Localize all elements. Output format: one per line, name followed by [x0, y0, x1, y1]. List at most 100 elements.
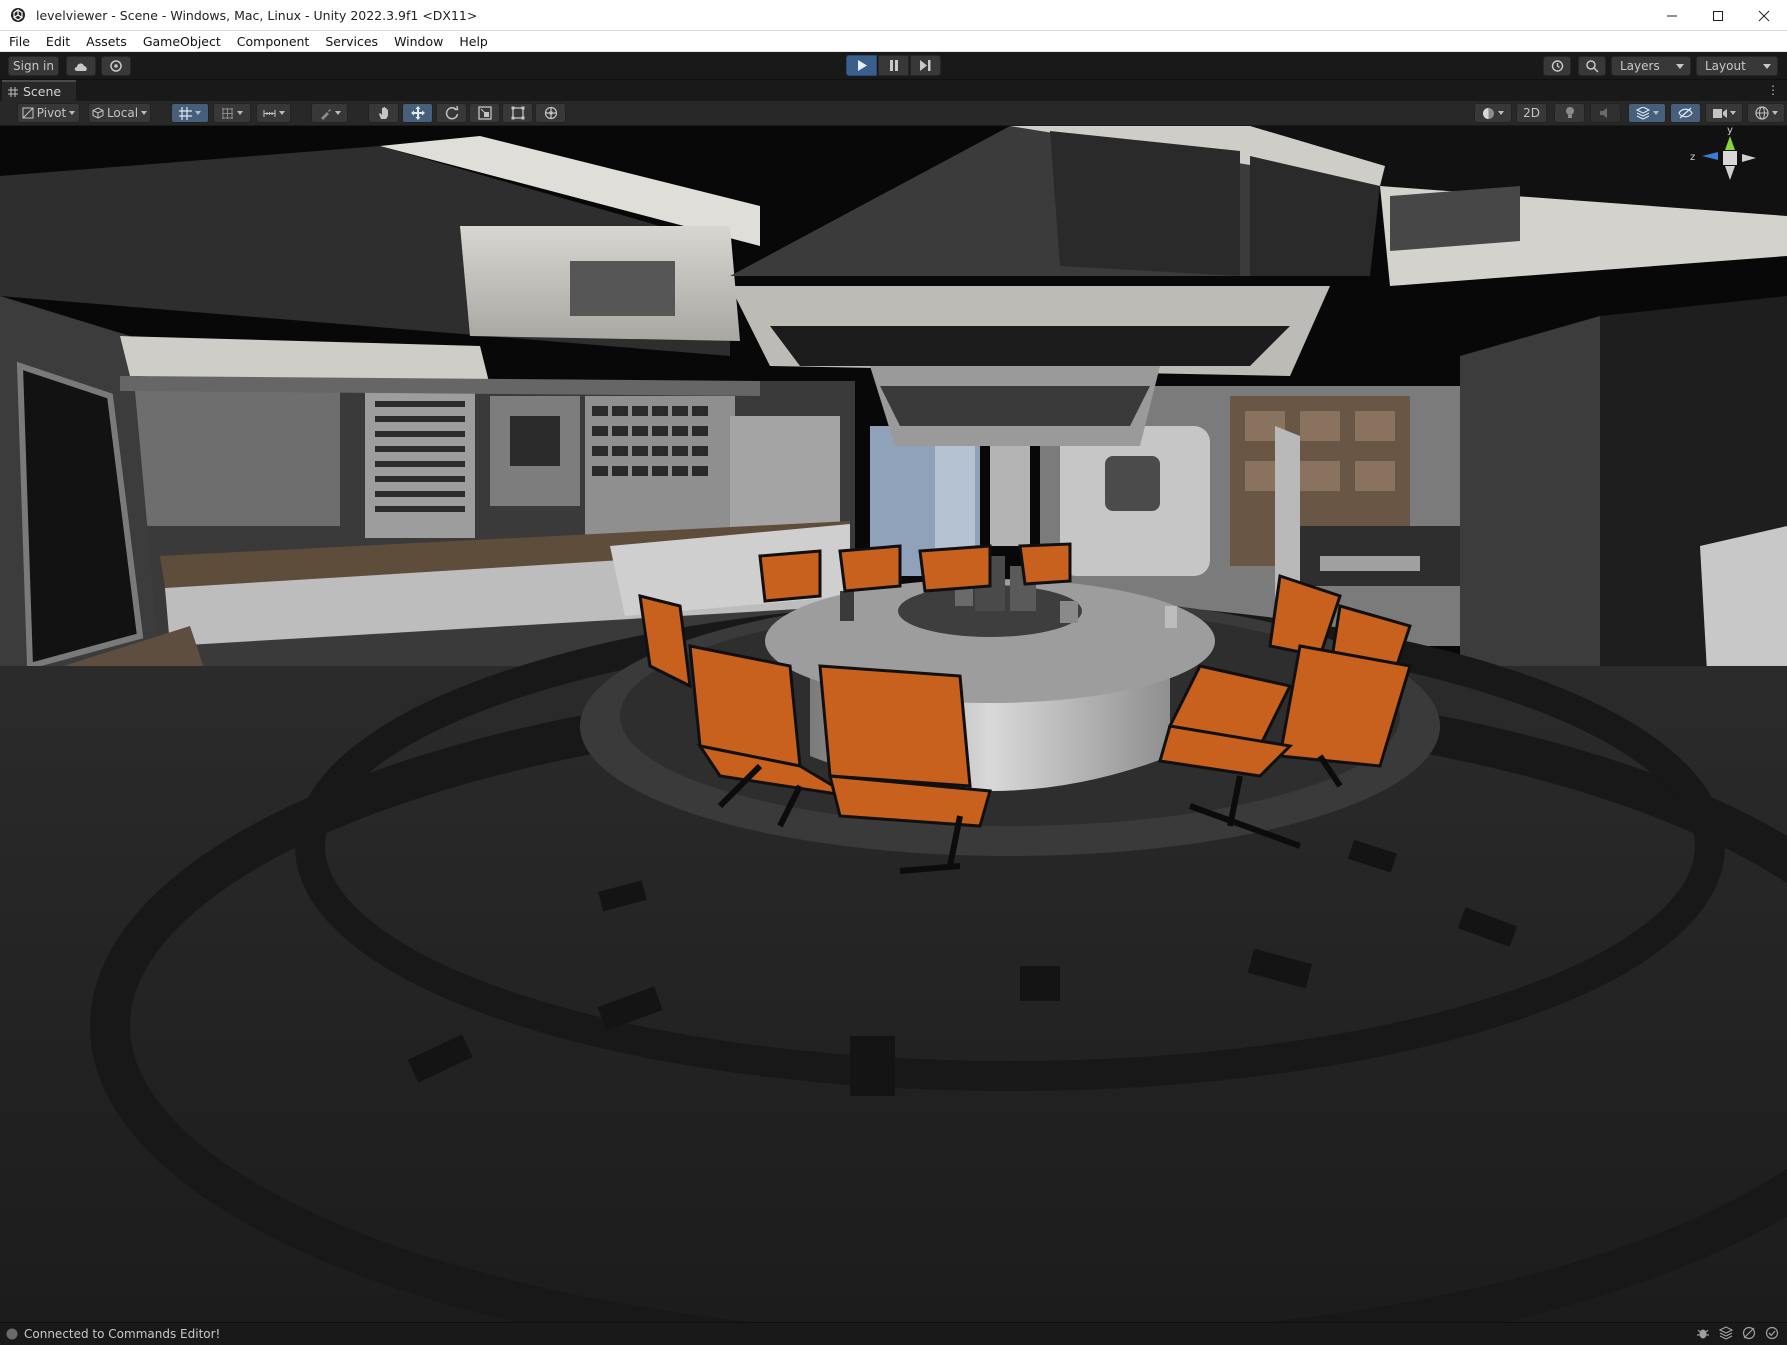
status-icons [1696, 1326, 1779, 1340]
pivot-dropdown[interactable]: Pivot [17, 103, 80, 123]
chevron-down-icon [237, 111, 243, 115]
pause-button[interactable] [878, 55, 909, 76]
chevron-down-icon [141, 111, 148, 115]
debug-icon[interactable] [1696, 1326, 1710, 1340]
play-controls [846, 55, 941, 76]
menu-help[interactable]: Help [450, 34, 495, 49]
menu-services[interactable]: Services [316, 34, 385, 49]
menu-assets[interactable]: Assets [77, 34, 134, 49]
cloud-icon [74, 63, 87, 71]
scene-viewport[interactable]: y z [0, 126, 1787, 1322]
hand-icon [378, 107, 388, 119]
space-dropdown[interactable]: Local [88, 103, 151, 123]
play-button[interactable] [846, 55, 877, 76]
2d-toggle[interactable]: 2D [1516, 103, 1547, 123]
draw-mode-dropdown[interactable] [1474, 103, 1512, 123]
check-circle-icon[interactable] [1765, 1326, 1779, 1340]
grid-icon [222, 107, 233, 119]
camera-icon [1712, 108, 1727, 118]
tool-settings-dropdown[interactable] [311, 103, 348, 123]
cloud-button[interactable] [66, 56, 96, 76]
menu-edit[interactable]: Edit [37, 34, 77, 49]
tab-bar: Scene ⋮ [0, 80, 1787, 101]
space-label: Local [106, 106, 139, 120]
svg-text:z: z [1690, 152, 1695, 163]
camera-settings-dropdown[interactable] [1705, 103, 1743, 123]
chevron-down-icon [195, 111, 201, 115]
svg-text:y: y [1727, 126, 1733, 136]
status-bar: Connected to Commands Editor! [0, 1322, 1787, 1345]
move-tool-button[interactable] [402, 103, 433, 123]
scene-visibility-toggle[interactable] [1670, 103, 1701, 123]
maximize-button[interactable] [1695, 0, 1741, 31]
speaker-icon [1599, 108, 1607, 118]
layers-dropdown[interactable]: Layers [1611, 56, 1691, 76]
gizmo-globe-icon [1754, 106, 1769, 120]
layers-label: Layers [1620, 59, 1660, 73]
network-off-icon[interactable] [1742, 1326, 1756, 1340]
info-icon [6, 1328, 18, 1340]
chevron-down-icon [1763, 64, 1771, 69]
tab-scene[interactable]: Scene [2, 80, 76, 101]
step-icon [920, 60, 931, 71]
progress-stack-icon[interactable] [1719, 1326, 1733, 1340]
chevron-down-icon [1652, 111, 1659, 115]
scale-tool-button[interactable] [469, 103, 500, 123]
pause-icon [889, 60, 898, 71]
gizmos-dropdown[interactable] [1747, 103, 1785, 123]
menu-window[interactable]: Window [385, 34, 450, 49]
menu-bar: File Edit Assets GameObject Component Se… [0, 31, 1787, 52]
scene-toolbar: Pivot Local 2D [0, 101, 1787, 126]
search-button[interactable] [1578, 56, 1606, 76]
status-message: Connected to Commands Editor! [24, 1327, 221, 1341]
window-title: levelviewer - Scene - Windows, Mac, Linu… [36, 7, 478, 23]
menu-component[interactable]: Component [228, 34, 317, 49]
undo-history-button[interactable] [1543, 56, 1571, 76]
lighting-toggle[interactable] [1554, 103, 1585, 123]
brush-icon [320, 108, 331, 120]
audio-toggle[interactable] [1590, 103, 1621, 123]
unity-logo-icon [11, 8, 25, 22]
tab-options-icon[interactable]: ⋮ [1767, 83, 1779, 97]
ruler-icon [263, 109, 275, 117]
collab-icon [110, 60, 122, 72]
menu-file[interactable]: File [0, 34, 37, 49]
rotate-tool-button[interactable] [436, 103, 467, 123]
shading-sphere-icon [1483, 107, 1494, 119]
cube-icon [92, 107, 104, 119]
tab-scene-label: Scene [23, 84, 62, 99]
close-icon [1758, 10, 1770, 21]
rect-tool-button[interactable] [502, 103, 533, 123]
chevron-down-icon [278, 111, 285, 115]
chevron-down-icon [1676, 64, 1684, 69]
sign-in-button[interactable]: Sign in [8, 56, 59, 76]
layout-dropdown[interactable]: Layout [1696, 56, 1778, 76]
maximize-icon [1713, 10, 1723, 21]
chevron-down-icon [1498, 111, 1504, 115]
rotate-icon [445, 106, 458, 120]
window-title-bar: levelviewer - Scene - Windows, Mac, Linu… [0, 0, 1787, 31]
transform-tool-button[interactable] [535, 103, 566, 123]
scene-render: y z [0, 126, 1787, 1322]
grid-snapping-toggle[interactable] [171, 103, 209, 123]
pivot-icon [22, 107, 34, 119]
minimize-icon [1667, 15, 1677, 16]
hand-tool-button[interactable] [368, 103, 399, 123]
effects-dropdown[interactable] [1628, 103, 1666, 123]
chevron-down-icon [334, 111, 341, 115]
light-bulb-icon [1565, 107, 1574, 118]
collab-button[interactable] [101, 56, 131, 76]
move-icon [410, 106, 425, 120]
increment-snap-toggle[interactable] [256, 103, 291, 123]
step-button[interactable] [910, 55, 941, 76]
minimize-button[interactable] [1649, 0, 1695, 31]
rect-tool-icon [511, 106, 524, 120]
grid-visibility-toggle[interactable] [213, 103, 251, 123]
scale-icon [477, 106, 492, 120]
play-icon [857, 60, 867, 71]
close-button[interactable] [1741, 0, 1787, 31]
grid-snap-icon [179, 106, 192, 120]
menu-gameobject[interactable]: GameObject [134, 34, 228, 49]
history-icon [1551, 60, 1564, 72]
transform-icon [544, 106, 557, 120]
